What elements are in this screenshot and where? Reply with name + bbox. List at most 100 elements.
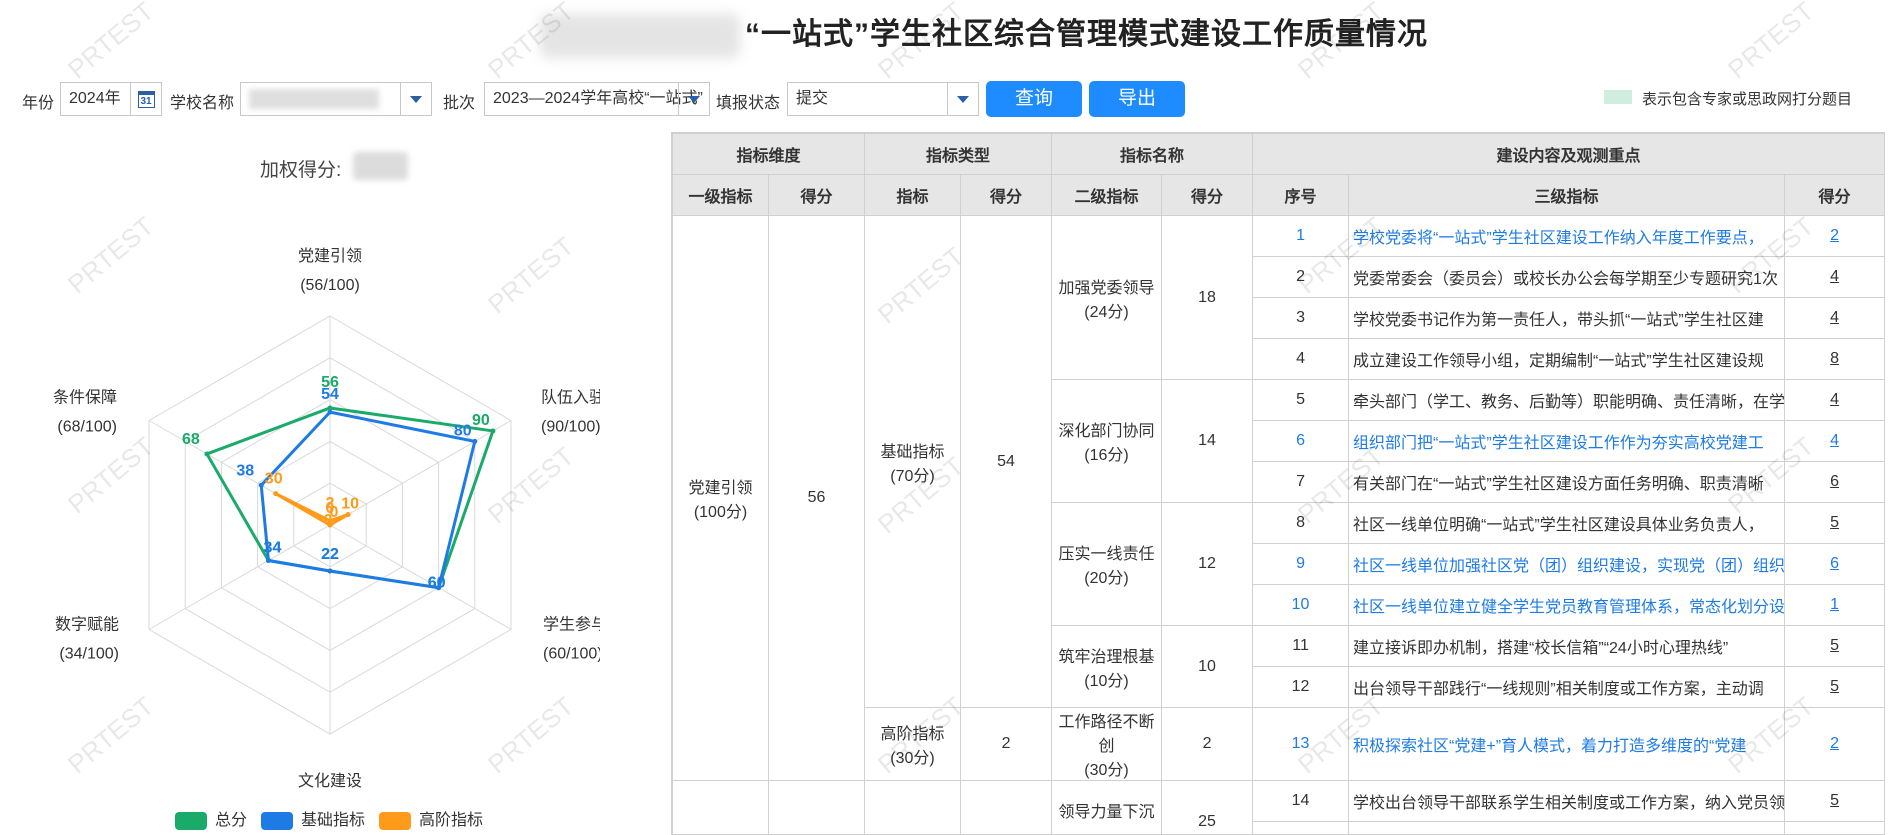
col-header-type: 指标 — [864, 174, 962, 216]
data-label: 60 — [428, 575, 446, 592]
level1-score-cell — [767, 780, 866, 834]
indicator-table-container[interactable]: 指标维度 指标类型 指标名称 建设内容及观测重点 一级指标 得分 指标 得分 二… — [671, 132, 1885, 835]
score-link[interactable]: 5 — [1830, 792, 1839, 809]
level2-score-cell: 2 — [1161, 707, 1254, 781]
score-link[interactable]: 2 — [1830, 227, 1839, 244]
level3-indicator-cell[interactable]: 学校党委将“一站式”学生社区建设工作纳入年度工作要点， — [1348, 215, 1786, 257]
legend-swatch-total — [175, 811, 207, 830]
data-label: 90 — [472, 412, 490, 429]
level3-score-cell: 6 — [1784, 543, 1884, 585]
radar-axis-line — [148, 524, 331, 630]
level3-indicator-cell[interactable]: 牵头部门（学工、教务、后勤等）职能明确、责任清晰，在学 — [1348, 379, 1786, 421]
level3-indicator-cell[interactable]: 社区一线单位明确“一站式”学生社区建设具体业务负责人， — [1348, 502, 1786, 544]
group-header-content: 建设内容及观测重点 — [1252, 133, 1884, 175]
row-number-cell: 2 — [1252, 256, 1350, 298]
legend-item-advanced[interactable]: 高阶指标 — [379, 806, 483, 830]
level3-score-cell: 5 — [1784, 502, 1884, 544]
level3-score-cell: 8 — [1784, 338, 1884, 380]
data-label: 30 — [265, 471, 283, 488]
level3-indicator-cell[interactable]: 有关部门在“一站式”学生社区建设方面任务明确、职责清晰 — [1348, 461, 1786, 503]
legend-hint-swatch — [1604, 90, 1632, 104]
score-link[interactable]: 2 — [1830, 735, 1839, 752]
indicator-table: 指标维度 指标类型 指标名称 建设内容及观测重点 一级指标 得分 指标 得分 二… — [672, 133, 1884, 834]
series-point — [490, 428, 496, 434]
level3-indicator-cell[interactable]: 社区一线单位加强社区党（团）组织建设，实现党（团）组织 — [1348, 543, 1786, 585]
type-score-cell — [960, 780, 1053, 834]
export-button[interactable]: 导出 — [1089, 81, 1185, 117]
series-point — [327, 568, 333, 574]
data-label: 80 — [454, 422, 472, 439]
level2-name-cell: 工作路径不断创 (30分) — [1051, 707, 1163, 781]
axis-label: 队伍入驻 — [541, 389, 600, 407]
legend-label-advanced: 高阶指标 — [419, 812, 484, 829]
level3-score-cell: 1 — [1784, 584, 1884, 626]
level3-indicator-cell[interactable]: 出台领导干部践行“一线规则”相关制度或工作方案，主动调 — [1348, 666, 1786, 708]
score-link[interactable]: 8 — [1830, 350, 1839, 367]
row-number-cell: 15 — [1252, 821, 1350, 834]
batch-select[interactable]: 2023—2024学年高校“一站式” — [484, 82, 710, 116]
year-picker[interactable]: 2024年 31 — [60, 82, 162, 116]
level3-indicator-cell[interactable]: 组织部门把“一站式”学生社区建设工作作为夯实高校党建工 — [1348, 420, 1786, 462]
row-number-cell: 12 — [1252, 666, 1350, 708]
score-link[interactable]: 5 — [1830, 637, 1839, 654]
level2-name-cell: 领导力量下沉一 — [1051, 780, 1163, 834]
row-number-cell: 14 — [1252, 780, 1350, 822]
data-label: 68 — [182, 431, 200, 448]
chevron-down-icon[interactable] — [678, 83, 709, 115]
col-header-level3: 三级指标 — [1348, 174, 1786, 216]
legend-hint-text: 表示包含专家或思政网打分题目 — [1642, 91, 1853, 108]
status-select[interactable]: 提交 — [787, 82, 979, 116]
level3-score-cell: 2 — [1784, 215, 1884, 257]
axis-score-label: (34/100) — [59, 646, 119, 663]
type-score-cell: 2 — [960, 707, 1053, 781]
row-number-cell: 8 — [1252, 502, 1350, 544]
series-point — [327, 409, 333, 415]
col-header-level3-score: 得分 — [1784, 174, 1884, 216]
level3-indicator-cell[interactable]: 社区一线单位建立健全学生党员教育管理体系，常态化划分设 — [1348, 584, 1786, 626]
type-name-cell: 高阶指标 (30分) — [864, 707, 962, 781]
status-label: 填报状态 — [716, 95, 781, 112]
level3-indicator-cell[interactable]: 党委常委会（委员会）或校长办公会每学期至少专题研究1次 — [1348, 256, 1786, 298]
score-link[interactable]: 4 — [1830, 309, 1839, 326]
query-button[interactable]: 查询 — [986, 81, 1082, 117]
legend-item-basic[interactable]: 基础指标 — [261, 806, 365, 830]
calendar-icon[interactable]: 31 — [130, 83, 161, 115]
legend-swatch-basic — [261, 811, 293, 830]
row-number-cell: 13 — [1252, 707, 1350, 781]
data-label: 34 — [264, 540, 282, 557]
data-label: 54 — [321, 386, 339, 403]
table-body: 党建引领 (100分) 56 基础指标 (70分) 54 加强党委领导 (24分) 18 1… — [672, 215, 1884, 834]
score-link[interactable]: 4 — [1830, 432, 1839, 449]
row-number-cell: 4 — [1252, 338, 1350, 380]
radar-axis-line — [329, 524, 512, 630]
score-link[interactable]: 6 — [1830, 473, 1839, 490]
chevron-down-icon[interactable] — [947, 83, 978, 115]
level3-indicator-cell[interactable]: 成立建设工作领导小组，定期编制“一站式”学生社区建设规 — [1348, 338, 1786, 380]
axis-label: 学生参与 — [543, 616, 600, 634]
level1-score-cell: 56 — [767, 215, 866, 781]
level2-score-cell: 10 — [1161, 625, 1254, 708]
level3-indicator-cell[interactable]: 学校出台领导干部联系学生相关制度或工作方案，纳入党员领 — [1348, 780, 1786, 822]
score-link[interactable]: 4 — [1830, 391, 1839, 408]
level3-indicator-cell[interactable]: 学校党委书记作为第一责任人，带头抓“一站式”学生社区建 — [1348, 297, 1786, 339]
series-line-1 — [259, 410, 477, 590]
level3-indicator-cell[interactable]: 建立接诉即办机制，搭建“校长信箱”“24小时心理热线” — [1348, 625, 1786, 667]
chevron-down-icon[interactable] — [400, 83, 431, 115]
axis-label: 数字赋能 — [55, 616, 119, 634]
score-link[interactable]: 5 — [1830, 678, 1839, 695]
school-select[interactable] — [240, 82, 432, 116]
score-link[interactable]: 5 — [1830, 514, 1839, 531]
score-link[interactable]: 1 — [1830, 596, 1839, 613]
data-label: 10 — [341, 496, 359, 513]
score-link[interactable]: 6 — [1830, 555, 1839, 572]
level3-indicator-cell[interactable]: 学校领导班子成员主动进社区，每学期给学生讲思想政治理论 — [1348, 821, 1786, 834]
row-number-cell: 9 — [1252, 543, 1350, 585]
level3-score-cell: 4 — [1784, 420, 1884, 462]
axis-score-label: (56/100) — [300, 277, 360, 294]
year-value: 2024年 — [69, 90, 121, 107]
level3-indicator-cell[interactable]: 积极探索社区“党建+”育人模式，着力打造多维度的“党建 — [1348, 707, 1786, 781]
row-number-cell: 1 — [1252, 215, 1350, 257]
level3-score-cell: 5 — [1784, 780, 1884, 822]
legend-item-total[interactable]: 总分 — [175, 806, 247, 830]
score-link[interactable]: 4 — [1830, 268, 1839, 285]
